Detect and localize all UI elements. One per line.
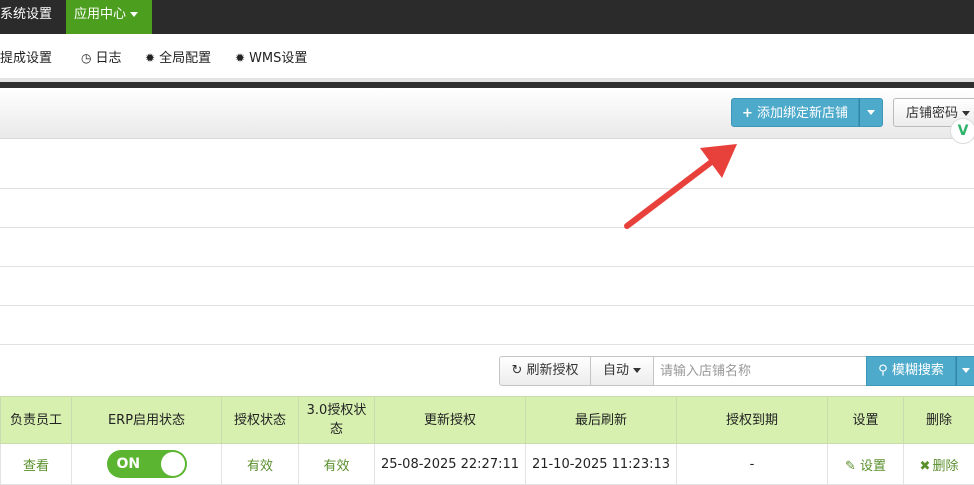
table-row: 查看 ON 有效 有效 25-08-2025 22:27:11 21-10-20…: [1, 444, 974, 485]
sub-navbar: 错提成设置 ◷ 日志 ✹ 全局配置 ✹ WMS设置: [0, 34, 974, 78]
row-divider: [0, 188, 974, 189]
col-header-auth-status: 授权状态: [222, 397, 299, 444]
auto-dropdown[interactable]: 自动: [590, 356, 654, 386]
subnav-item-wms-settings[interactable]: ✹ WMS设置: [235, 47, 307, 66]
chevron-down-icon: [130, 12, 138, 17]
cell-expiry: -: [677, 444, 828, 485]
subnav-item-global-config[interactable]: ✹ 全局配置: [145, 47, 211, 66]
edit-icon: ✎: [845, 459, 856, 474]
shop-name-search-input[interactable]: [653, 356, 867, 386]
gear-icon: ✹: [145, 51, 155, 65]
toggle-knob: [161, 452, 185, 476]
row-divider: [0, 344, 974, 345]
clock-icon: ◷: [81, 51, 91, 65]
menu-app-center[interactable]: 应用中心: [66, 0, 152, 34]
search-icon: ⚲: [878, 363, 888, 378]
col-header-update-auth: 更新授权: [375, 397, 526, 444]
add-bind-shop-button[interactable]: + 添加绑定新店铺: [731, 98, 859, 127]
auth30-status-value: 有效: [323, 459, 349, 474]
shop-table: 负责员工 ERP启用状态 授权状态 3.0授权状态 更新授权 最后刷新 授权到期…: [0, 396, 974, 485]
chevron-down-icon: [867, 110, 875, 115]
cell-erp-status: ON: [72, 444, 222, 485]
erp-enable-toggle[interactable]: ON: [107, 450, 187, 478]
cell-staff: 查看: [1, 444, 72, 485]
table-header-row: 负责员工 ERP启用状态 授权状态 3.0授权状态 更新授权 最后刷新 授权到期…: [1, 397, 974, 444]
auth-status-value: 有效: [247, 459, 273, 474]
subnav-item-label: 错提成设置: [0, 51, 52, 66]
subnav-item-label: 日志: [95, 51, 121, 66]
cell-updated: 25-08-2025 22:27:11: [375, 444, 526, 485]
settings-link[interactable]: ✎ 设置: [845, 459, 886, 474]
cell-delete: ✖删除: [904, 444, 974, 485]
chevron-down-icon: [962, 368, 970, 373]
top-navbar: 系统设置 应用中心: [0, 0, 974, 34]
col-header-auth-expiry: 授权到期: [677, 397, 828, 444]
chevron-down-icon: [633, 368, 641, 373]
subnav-item-label: WMS设置: [249, 51, 307, 66]
toggle-label: ON: [117, 450, 141, 478]
refresh-icon: ↻: [511, 363, 522, 378]
fuzzy-search-label: 模糊搜索: [892, 363, 944, 378]
shop-password-label: 店铺密码: [906, 106, 958, 121]
subnav-item-log[interactable]: ◷ 日志: [81, 47, 122, 66]
cell-auth30-status: 有效: [299, 444, 375, 485]
plugin-logo-icon[interactable]: V: [950, 118, 974, 144]
refresh-auth-label: 刷新授权: [527, 363, 579, 378]
add-shop-dropdown-toggle[interactable]: [859, 98, 883, 127]
arrow-shaft: [627, 160, 714, 226]
delete-label: 删除: [932, 459, 958, 474]
col-header-settings: 设置: [828, 397, 904, 444]
cell-auth-status: 有效: [222, 444, 299, 485]
subnav-item-commission[interactable]: 错提成设置: [0, 47, 52, 66]
plus-icon: +: [742, 106, 753, 121]
row-divider: [0, 305, 974, 306]
arrow-head: [700, 144, 737, 178]
close-icon: ✖: [920, 459, 931, 474]
cell-settings: ✎ 设置: [828, 444, 904, 485]
fuzzy-search-button[interactable]: ⚲ 模糊搜索: [866, 356, 956, 386]
col-header-auth30-status: 3.0授权状态: [299, 397, 375, 444]
chevron-down-icon: [962, 111, 970, 116]
col-header-delete: 删除: [904, 397, 974, 444]
settings-label: 设置: [860, 459, 886, 474]
add-bind-shop-label: 添加绑定新店铺: [757, 106, 848, 121]
view-staff-link[interactable]: 查看: [23, 459, 49, 474]
cell-last-refresh: 21-10-2025 11:23:13: [526, 444, 677, 485]
menu-app-center-label: 应用中心: [74, 7, 126, 22]
col-header-erp-status: ERP启用状态: [72, 397, 222, 444]
gear-icon: ✹: [235, 51, 245, 65]
delete-link[interactable]: ✖删除: [920, 459, 959, 474]
row-divider: [0, 266, 974, 267]
row-divider: [0, 227, 974, 228]
refresh-auth-button[interactable]: ↻ 刷新授权: [499, 356, 591, 386]
menu-system-settings[interactable]: 系统设置: [0, 0, 66, 34]
menu-system-settings-label: 系统设置: [0, 7, 52, 22]
col-header-last-refresh: 最后刷新: [526, 397, 677, 444]
subnav-item-label: 全局配置: [159, 51, 211, 66]
search-dropdown-toggle[interactable]: [956, 356, 974, 386]
auto-label: 自动: [603, 363, 629, 378]
col-header-staff: 负责员工: [1, 397, 72, 444]
